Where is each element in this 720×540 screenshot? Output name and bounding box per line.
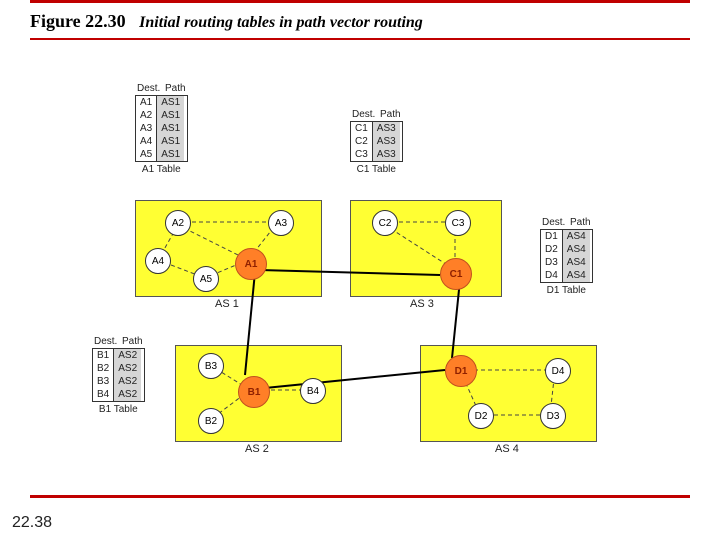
node-a1: A1 bbox=[235, 248, 267, 280]
table-row: AS3 bbox=[373, 148, 400, 161]
footer-rule bbox=[30, 495, 690, 498]
table-caption: C1 Table bbox=[350, 162, 403, 175]
table-row: B1 bbox=[93, 349, 113, 362]
hdr-path: Path bbox=[378, 108, 403, 121]
hdr-path: Path bbox=[568, 216, 593, 229]
node-d2: D2 bbox=[468, 403, 494, 429]
table-row: C3 bbox=[351, 148, 372, 161]
hdr-path: Path bbox=[163, 82, 188, 95]
node-c3: C3 bbox=[445, 210, 471, 236]
table-row: AS1 bbox=[157, 109, 184, 122]
hdr-path: Path bbox=[120, 335, 145, 348]
node-b4: B4 bbox=[300, 378, 326, 404]
table-row: AS3 bbox=[373, 135, 400, 148]
table-row: AS1 bbox=[157, 96, 184, 109]
table-row: D3 bbox=[541, 256, 562, 269]
node-a4: A4 bbox=[145, 248, 171, 274]
table-b1: Dest. Path B1 B2 B3 B4 AS2 AS2 AS2 AS2 B… bbox=[92, 335, 145, 415]
table-caption: B1 Table bbox=[92, 402, 145, 415]
table-a1: Dest. Path A1 A2 A3 A4 A5 AS1 AS1 AS1 AS… bbox=[135, 82, 188, 175]
table-row: AS2 bbox=[114, 349, 141, 362]
table-row: A5 bbox=[136, 148, 156, 161]
diagram-canvas: AS 1 AS 3 AS 2 AS 4 A2 A3 A4 A5 A bbox=[0, 70, 720, 490]
node-c2: C2 bbox=[372, 210, 398, 236]
figure-title: Figure 22.30 Initial routing tables in p… bbox=[0, 3, 720, 38]
table-row: AS4 bbox=[563, 243, 590, 256]
node-a2: A2 bbox=[165, 210, 191, 236]
hdr-dest: Dest. bbox=[92, 335, 120, 348]
figure-caption: Initial routing tables in path vector ro… bbox=[139, 14, 423, 31]
node-a5: A5 bbox=[193, 266, 219, 292]
table-caption: D1 Table bbox=[540, 283, 593, 296]
table-row: AS2 bbox=[114, 375, 141, 388]
node-b2: B2 bbox=[198, 408, 224, 434]
table-row: AS2 bbox=[114, 362, 141, 375]
table-row: A1 bbox=[136, 96, 156, 109]
table-row: AS1 bbox=[157, 122, 184, 135]
page-number: 22.38 bbox=[12, 514, 52, 532]
node-a3: A3 bbox=[268, 210, 294, 236]
table-row: A4 bbox=[136, 135, 156, 148]
table-row: AS2 bbox=[114, 388, 141, 401]
node-b1: B1 bbox=[238, 376, 270, 408]
table-row: D2 bbox=[541, 243, 562, 256]
table-row: B3 bbox=[93, 375, 113, 388]
table-row: D1 bbox=[541, 230, 562, 243]
hdr-dest: Dest. bbox=[540, 216, 568, 229]
table-d1: Dest. Path D1 D2 D3 D4 AS4 AS4 AS4 AS4 D… bbox=[540, 216, 593, 296]
hdr-dest: Dest. bbox=[350, 108, 378, 121]
table-row: A3 bbox=[136, 122, 156, 135]
table-row: AS1 bbox=[157, 148, 184, 161]
table-row: C1 bbox=[351, 122, 372, 135]
table-row: AS4 bbox=[563, 269, 590, 282]
table-row: D4 bbox=[541, 269, 562, 282]
table-row: AS3 bbox=[373, 122, 400, 135]
table-c1: Dest. Path C1 C2 C3 AS3 AS3 AS3 C1 Table bbox=[350, 108, 403, 175]
table-row: AS1 bbox=[157, 135, 184, 148]
node-d1: D1 bbox=[445, 355, 477, 387]
figure-number: Figure 22.30 bbox=[30, 11, 126, 31]
table-row: C2 bbox=[351, 135, 372, 148]
node-c1: C1 bbox=[440, 258, 472, 290]
table-row: B4 bbox=[93, 388, 113, 401]
table-caption: A1 Table bbox=[135, 162, 188, 175]
table-row: B2 bbox=[93, 362, 113, 375]
node-d4: D4 bbox=[545, 358, 571, 384]
table-row: AS4 bbox=[563, 230, 590, 243]
table-row: AS4 bbox=[563, 256, 590, 269]
table-row: A2 bbox=[136, 109, 156, 122]
node-b3: B3 bbox=[198, 353, 224, 379]
hdr-dest: Dest. bbox=[135, 82, 163, 95]
node-d3: D3 bbox=[540, 403, 566, 429]
